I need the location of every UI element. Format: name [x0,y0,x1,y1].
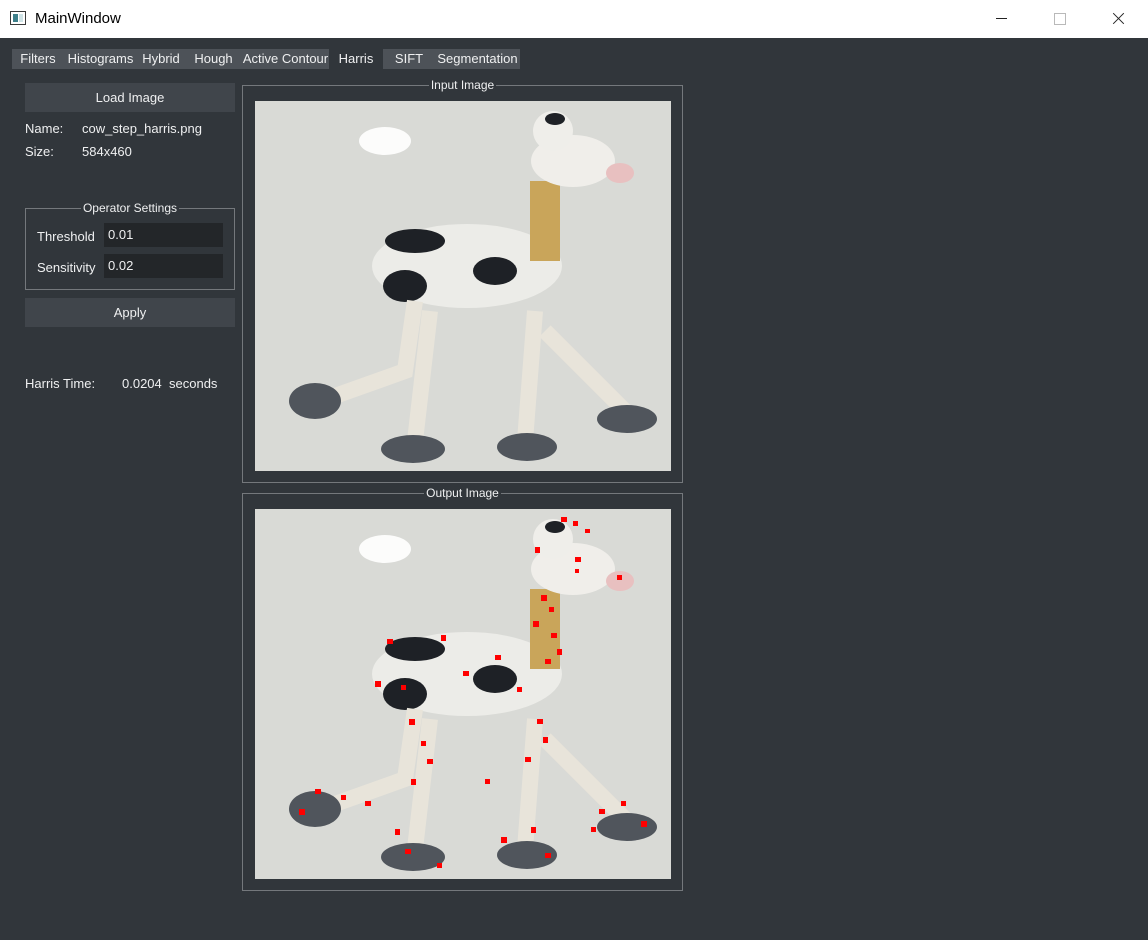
output-image-panel: Output Image [242,486,683,891]
input-image-panel: Input Image [242,78,683,483]
input-image-title: Input Image [428,78,497,92]
apply-button[interactable]: Apply [25,298,235,327]
size-value: 584x460 [82,144,132,159]
harris-time-unit: seconds [169,376,218,391]
maximize-icon[interactable] [1030,0,1088,38]
tab-active-contour[interactable]: Active Contour [242,49,329,69]
tab-hybrid[interactable]: Hybrid [137,49,185,69]
size-label: Size: [25,144,54,159]
tab-hough[interactable]: Hough [185,49,242,69]
name-label: Name: [25,121,64,136]
tab-segmentation[interactable]: Segmentation [435,49,520,69]
load-image-button[interactable]: Load Image [25,83,235,112]
output-cow-photo [255,509,671,879]
window-title: MainWindow [35,10,121,27]
harris-time-value: 0.0204 [122,376,162,391]
harris-time-label: Harris Time: [25,376,96,391]
tab-histograms[interactable]: Histograms [64,49,137,69]
tab-harris[interactable]: Harris [329,49,383,69]
output-image [255,509,671,879]
title-bar: MainWindow [0,0,1148,38]
threshold-input[interactable]: 0.01 [104,223,223,247]
minimize-icon[interactable] [972,0,1030,38]
app-window-icon [10,11,26,25]
output-image-title: Output Image [424,486,501,500]
sensitivity-label: Sensitivity [37,260,96,275]
threshold-label: Threshold [37,229,95,244]
sensitivity-input[interactable]: 0.02 [104,254,223,278]
input-image [255,101,671,471]
tab-filters[interactable]: Filters [12,49,64,69]
tab-sift[interactable]: SIFT [383,49,435,69]
close-icon[interactable] [1089,0,1147,38]
name-value: cow_step_harris.png [82,121,202,136]
operator-settings-title: Operator Settings [80,201,180,215]
input-cow-photo [255,101,671,471]
